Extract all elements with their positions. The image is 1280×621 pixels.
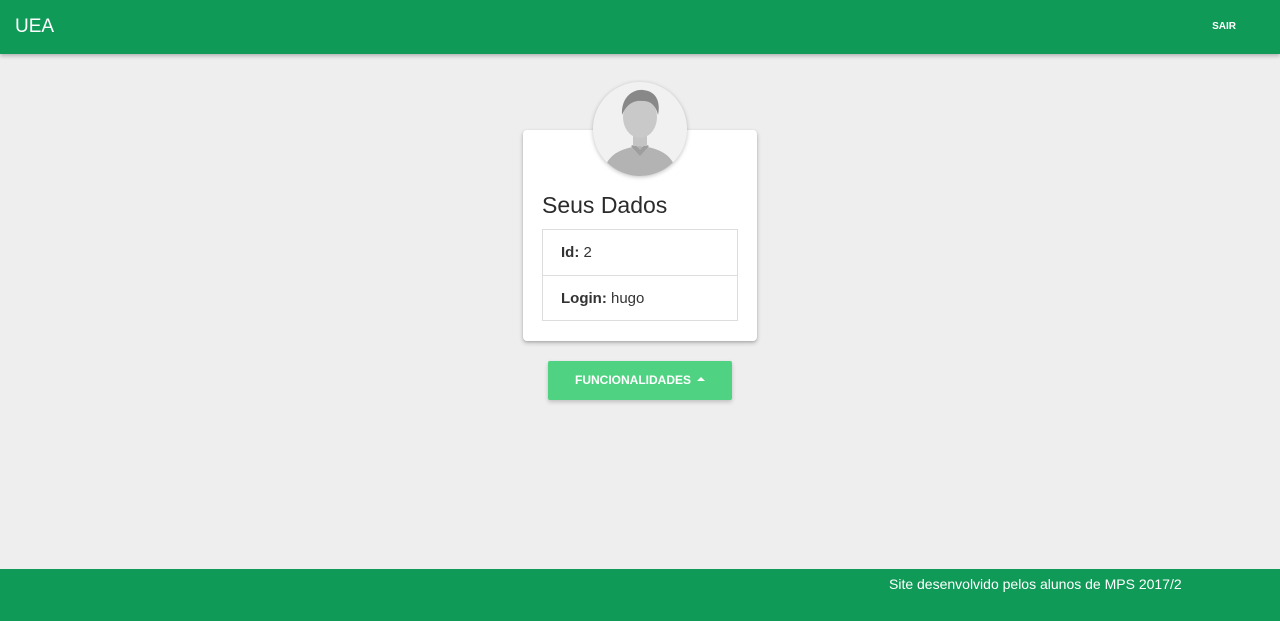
functionalities-button[interactable]: FUNCIONALIDADES	[548, 361, 732, 400]
profile-info-table: Id: 2 Login: hugo	[542, 229, 738, 321]
user-placeholder-icon	[593, 82, 687, 176]
info-value: 2	[583, 244, 592, 261]
page-footer: Site desenvolvido pelos alunos de MPS 20…	[0, 569, 1280, 621]
logout-button[interactable]: SAIR	[1212, 0, 1236, 54]
info-row-login: Login: hugo	[543, 275, 737, 320]
info-value: hugo	[611, 290, 645, 307]
brand-logo[interactable]: UEA	[15, 0, 54, 54]
caret-up-icon	[697, 376, 705, 381]
info-label: Login:	[561, 290, 607, 307]
info-label: Id:	[561, 244, 580, 261]
card-title: Seus Dados	[542, 192, 668, 218]
footer-text: Site desenvolvido pelos alunos de MPS 20…	[889, 576, 1182, 592]
functionalities-label: FUNCIONALIDADES	[575, 373, 691, 387]
info-row-id: Id: 2	[543, 230, 737, 275]
top-navbar: UEA SAIR	[0, 0, 1280, 54]
